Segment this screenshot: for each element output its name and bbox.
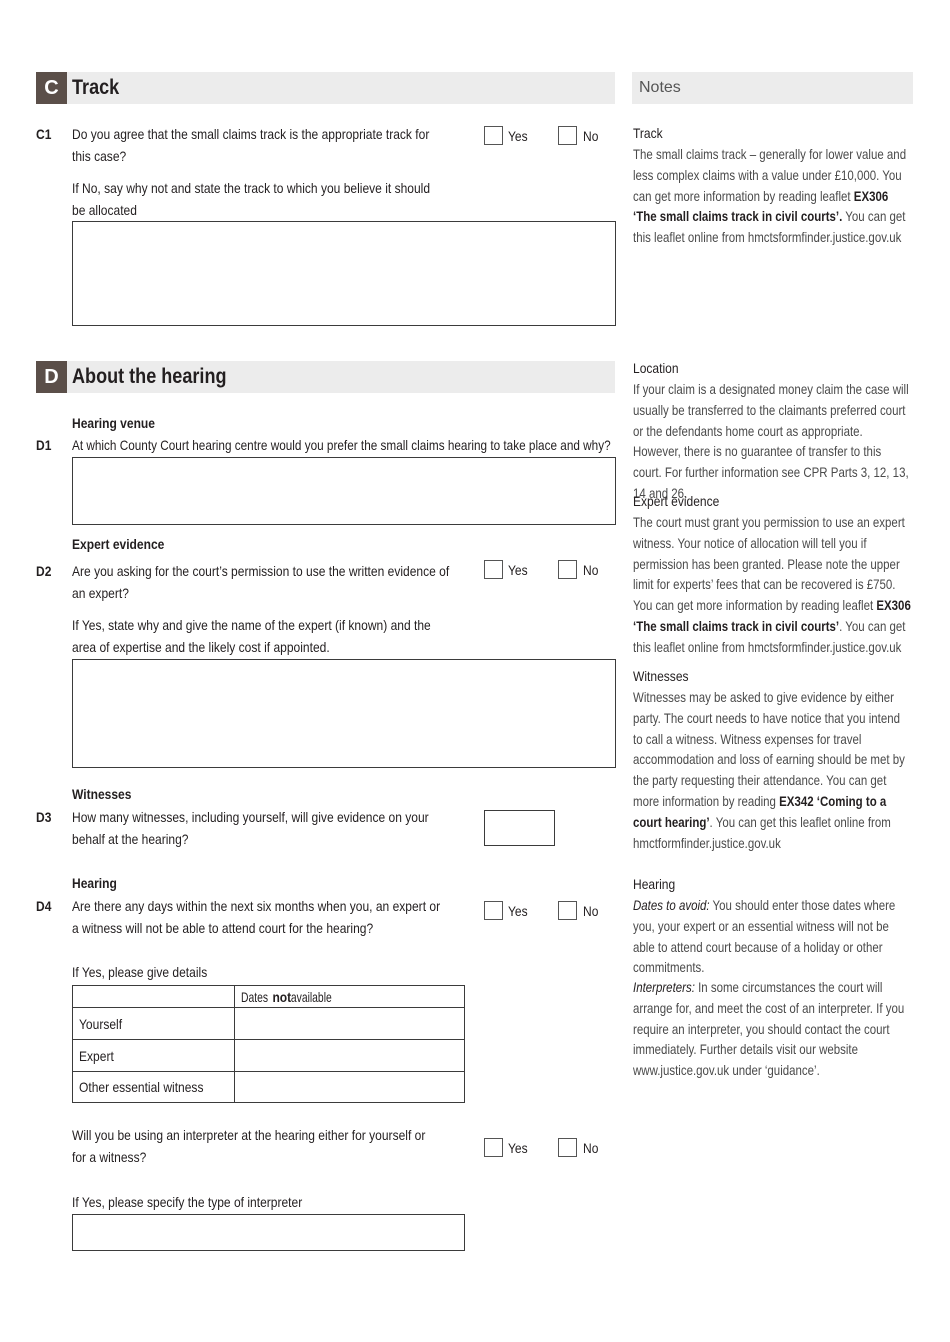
notes-header: Notes — [632, 72, 913, 104]
unavailable-dates-table: Dates not available Yourself Expert Othe… — [72, 985, 465, 1103]
section-c-letter: C — [36, 72, 67, 104]
header-text: Dates — [241, 988, 269, 1005]
note-location-body: If your claim is a designated money clai… — [633, 381, 909, 501]
c1-followup-line1: If No, say why not and state the track t… — [72, 180, 431, 196]
section-d-letter: D — [36, 361, 67, 393]
yourself-dates-input[interactable] — [234, 1007, 465, 1040]
c1-no-label: No — [583, 128, 599, 144]
table-header-row: Dates not available — [72, 985, 465, 1008]
note-track-body: The small claims track – generally for l… — [633, 144, 912, 248]
d4-heading: Hearing — [72, 875, 117, 891]
note-hearing-title: Hearing — [633, 876, 676, 892]
row-label-expert: Expert — [72, 1039, 235, 1072]
note-witnesses-title: Witnesses — [633, 668, 689, 684]
interpreter-type-label: If Yes, please specify the type of inter… — [72, 1194, 303, 1210]
d4-no-checkbox[interactable] — [558, 901, 577, 920]
note-interpreters-label: Interpreters: — [633, 979, 695, 995]
note-witnesses-body: Witnesses may be asked to give evidence … — [633, 687, 912, 853]
question-d3-number: D3 — [36, 809, 52, 825]
note-hearing-interpreters-body: Interpreters: In some circumstances the … — [633, 977, 912, 1081]
d4-details-label: If Yes, please give details — [72, 964, 208, 980]
section-c-header — [36, 72, 615, 104]
question-d4-text-line2: a witness will not be able to attend cou… — [72, 920, 374, 936]
question-d2-number: D2 — [36, 563, 52, 579]
note-expert-text: The court must grant you permission to u… — [633, 514, 905, 614]
row-label-other-witness: Other essential witness — [72, 1071, 235, 1103]
d4-yes-checkbox[interactable] — [484, 901, 503, 920]
c1-followup-line2: be allocated — [72, 202, 137, 218]
question-d3-text-line1: How many witnesses, including yourself, … — [72, 809, 429, 825]
interpreter-yes-label: Yes — [508, 1140, 528, 1156]
d2-followup-line1: If Yes, state why and give the name of t… — [72, 617, 431, 633]
d3-witness-count-input[interactable] — [484, 810, 555, 846]
question-d4-number: D4 — [36, 898, 52, 914]
question-c1-text-line2: this case? — [72, 148, 127, 164]
d4-yes-label: Yes — [508, 903, 528, 919]
question-d2-text-line2: an expert? — [72, 585, 129, 601]
d2-expert-details-textarea[interactable] — [72, 659, 616, 768]
question-d2-text-line1: Are you asking for the court’s permissio… — [72, 563, 450, 579]
d2-heading: Expert evidence — [72, 536, 165, 552]
d1-heading: Hearing venue — [72, 415, 155, 431]
interpreter-type-input[interactable] — [72, 1214, 465, 1251]
interpreter-yes-checkbox[interactable] — [484, 1138, 503, 1157]
question-c1-number: C1 — [36, 126, 52, 142]
question-d4-text-line1: Are there any days within the next six m… — [72, 898, 441, 914]
note-expert-body: The court must grant you permission to u… — [633, 512, 912, 658]
header-text-2: available — [291, 988, 333, 1005]
question-d1-text: At which County Court hearing centre wou… — [72, 437, 611, 453]
table-row: Other essential witness — [72, 1071, 465, 1103]
interpreter-no-checkbox[interactable] — [558, 1138, 577, 1157]
interpreter-question-line1: Will you be using an interpreter at the … — [72, 1127, 426, 1143]
question-c1-text-line1: Do you agree that the small claims track… — [72, 126, 430, 142]
d2-followup-line2: area of expertise and the likely cost if… — [72, 639, 330, 655]
c1-no-checkbox[interactable] — [558, 126, 577, 145]
d1-hearing-venue-textarea[interactable] — [72, 457, 616, 525]
note-hearing-dates-body: Dates to avoid: You should enter those d… — [633, 895, 912, 978]
note-witnesses-text: Witnesses may be asked to give evidence … — [633, 689, 905, 809]
question-d3-text-line2: behalf at the hearing? — [72, 831, 189, 847]
table-row: Yourself — [72, 1007, 465, 1040]
d4-no-label: No — [583, 903, 599, 919]
c1-yes-label: Yes — [508, 128, 528, 144]
table-row: Expert — [72, 1039, 465, 1072]
other-witness-dates-input[interactable] — [234, 1071, 465, 1103]
table-header-blank — [72, 985, 235, 1008]
note-location-title: Location — [633, 360, 679, 376]
header-not: not — [272, 988, 292, 1005]
d2-yes-label: Yes — [508, 562, 528, 578]
d2-no-checkbox[interactable] — [558, 560, 577, 579]
section-c-title: Track — [72, 76, 120, 99]
interpreter-question-line2: for a witness? — [72, 1149, 147, 1165]
question-d1-number: D1 — [36, 437, 52, 453]
table-header-dates: Dates not available — [234, 985, 465, 1008]
section-d-title: About the hearing — [72, 365, 227, 388]
note-track-title: Track — [633, 125, 663, 141]
c1-yes-checkbox[interactable] — [484, 126, 503, 145]
d2-no-label: No — [583, 562, 599, 578]
note-expert-title: Expert evidence — [633, 493, 720, 509]
d3-heading: Witnesses — [72, 786, 132, 802]
row-label-yourself: Yourself — [72, 1007, 235, 1040]
note-dates-label: Dates to avoid: — [633, 897, 710, 913]
d2-yes-checkbox[interactable] — [484, 560, 503, 579]
interpreter-no-label: No — [583, 1140, 599, 1156]
c1-track-reason-textarea[interactable] — [72, 221, 616, 326]
expert-dates-input[interactable] — [234, 1039, 465, 1072]
